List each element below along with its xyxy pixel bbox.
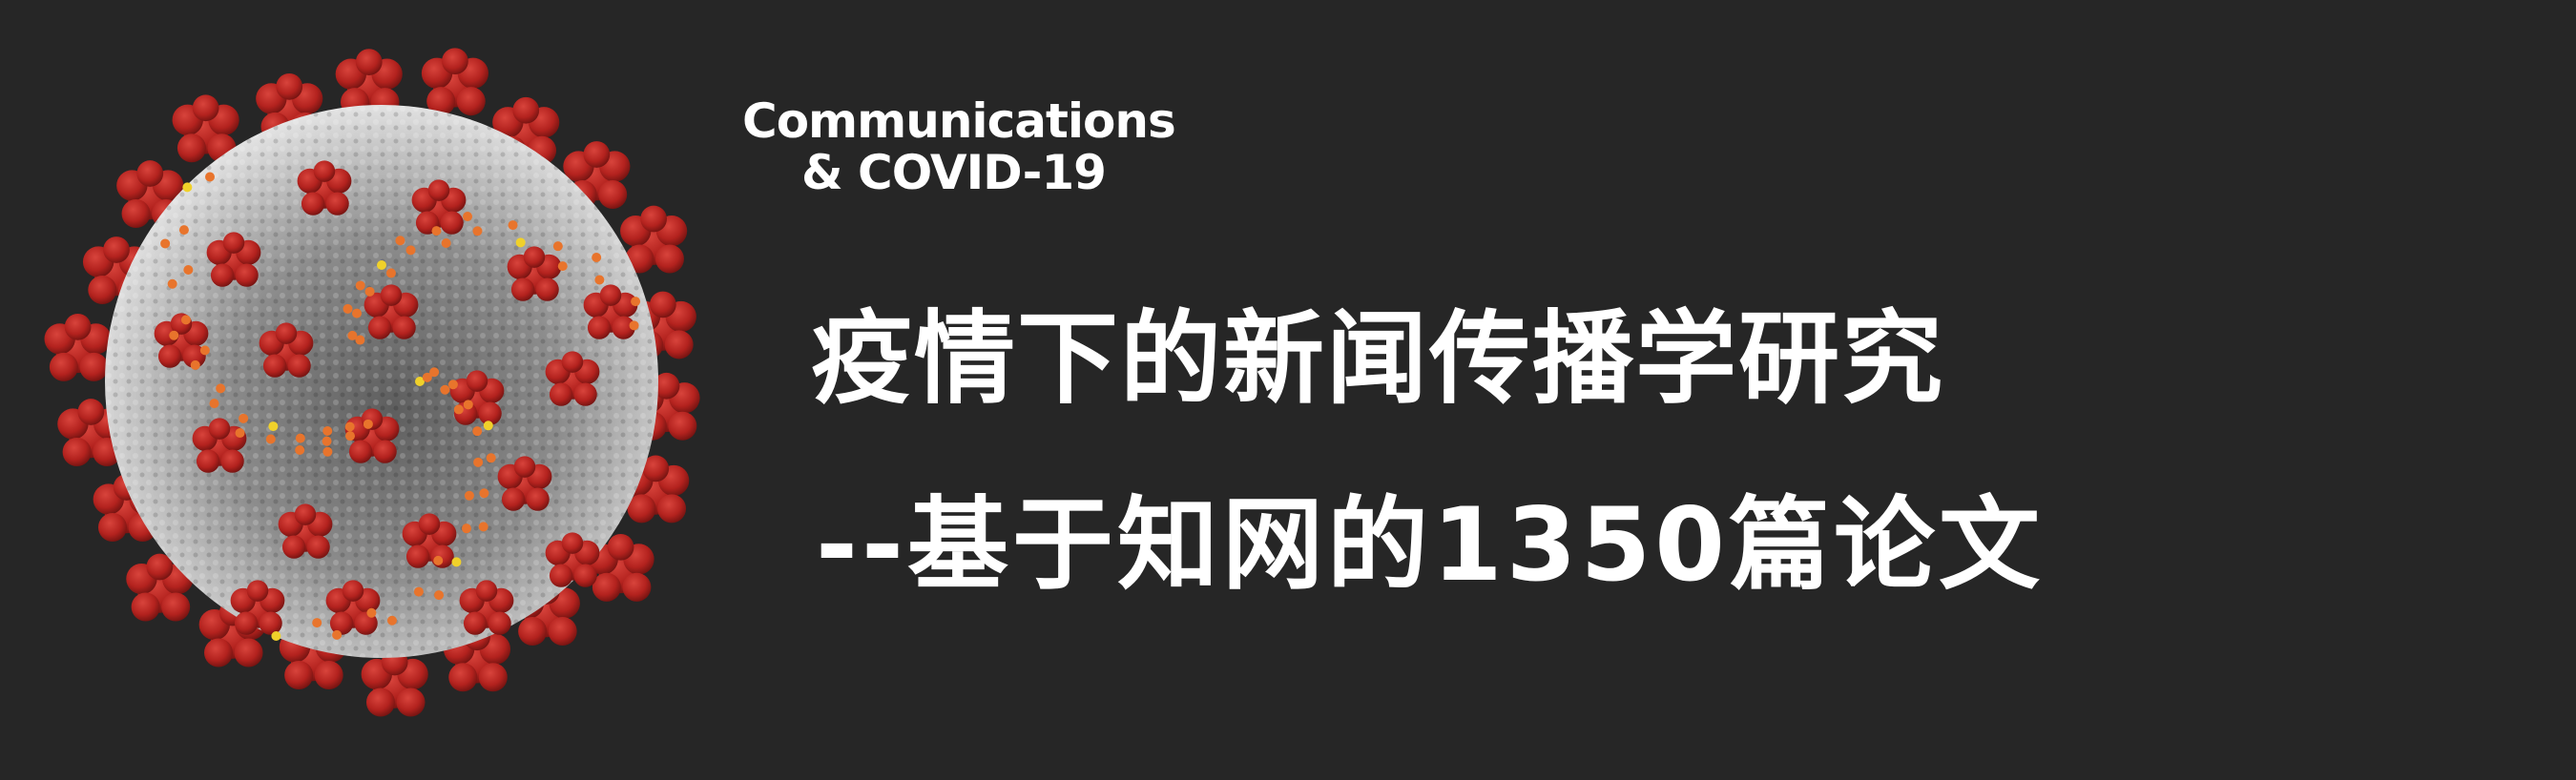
spike-protein: [361, 648, 428, 717]
surface-dot: [434, 590, 445, 601]
surface-dot: [441, 237, 451, 248]
surface-dot: [464, 490, 474, 501]
surface-dot: [344, 421, 355, 432]
surface-dot: [508, 220, 518, 231]
surface-dot: [483, 421, 493, 431]
surface-dot: [182, 182, 193, 193]
surface-dot: [343, 303, 353, 314]
surface-dot: [440, 384, 450, 395]
surface-dot: [355, 280, 365, 291]
surface-dot: [199, 345, 210, 356]
surface-dot: [345, 431, 355, 441]
surface-dot: [472, 426, 483, 437]
surface-dot: [347, 330, 358, 340]
surface-dot: [167, 278, 177, 289]
surface-dot: [462, 523, 471, 534]
surface-dot: [592, 253, 602, 262]
surface-dot: [209, 399, 219, 409]
surface-dot: [169, 330, 179, 340]
surface-dot: [629, 320, 639, 331]
label-communications: Communications: [742, 93, 1176, 149]
spike-protein: [421, 48, 489, 116]
surface-dot: [295, 433, 305, 443]
surface-dot: [366, 607, 377, 618]
surface-dot: [265, 434, 276, 444]
label-covid-19: & COVID-19: [801, 145, 1107, 200]
surface-dot: [631, 297, 641, 307]
page-subtitle: --基于知网的1350篇论文: [816, 486, 2045, 604]
surface-dot: [463, 212, 473, 222]
surface-dot: [239, 413, 249, 423]
surface-dot: [473, 457, 484, 467]
surface-dot: [515, 237, 526, 248]
surface-dot: [178, 225, 189, 236]
page-title: 疫情下的新闻传播学研究: [811, 300, 1944, 418]
surface-dot: [205, 172, 216, 182]
surface-dot: [377, 260, 386, 270]
surface-dot: [322, 436, 332, 446]
surface-dot: [180, 315, 191, 325]
surface-dot: [386, 615, 397, 626]
surface-dot: [352, 308, 363, 318]
surface-dot: [160, 238, 171, 249]
surface-dot: [413, 586, 424, 597]
surface-dot: [463, 400, 473, 410]
surface-dot: [363, 419, 373, 429]
surface-dot: [472, 226, 483, 236]
surface-dot: [216, 383, 226, 394]
surface-dot: [268, 421, 279, 432]
surface-dot: [453, 404, 464, 415]
surface-dot: [429, 367, 440, 378]
spike-protein: [44, 313, 112, 381]
surface-dot: [479, 488, 489, 499]
surface-dot: [405, 245, 416, 256]
surface-dot: [451, 557, 462, 567]
surface-dot: [235, 428, 245, 439]
surface-dot: [183, 265, 194, 275]
surface-dot: [322, 426, 333, 437]
surface-dot: [364, 286, 375, 297]
surface-dot: [478, 522, 488, 532]
surface-dot: [295, 444, 305, 455]
surface-dot: [447, 380, 458, 390]
surface-dot: [271, 631, 281, 642]
surface-dot: [395, 236, 405, 246]
surface-dot: [594, 275, 605, 285]
surface-dot: [433, 555, 444, 565]
surface-dot: [332, 629, 343, 640]
surface-dot: [385, 268, 396, 278]
surface-dot: [486, 453, 496, 463]
surface-dot: [431, 226, 442, 236]
surface-dot: [557, 261, 568, 272]
surface-dot: [322, 446, 333, 457]
surface-dot: [552, 241, 563, 252]
surface-dot: [190, 359, 200, 370]
surface-dot: [312, 618, 322, 628]
coronavirus-illustration: [44, 48, 700, 717]
